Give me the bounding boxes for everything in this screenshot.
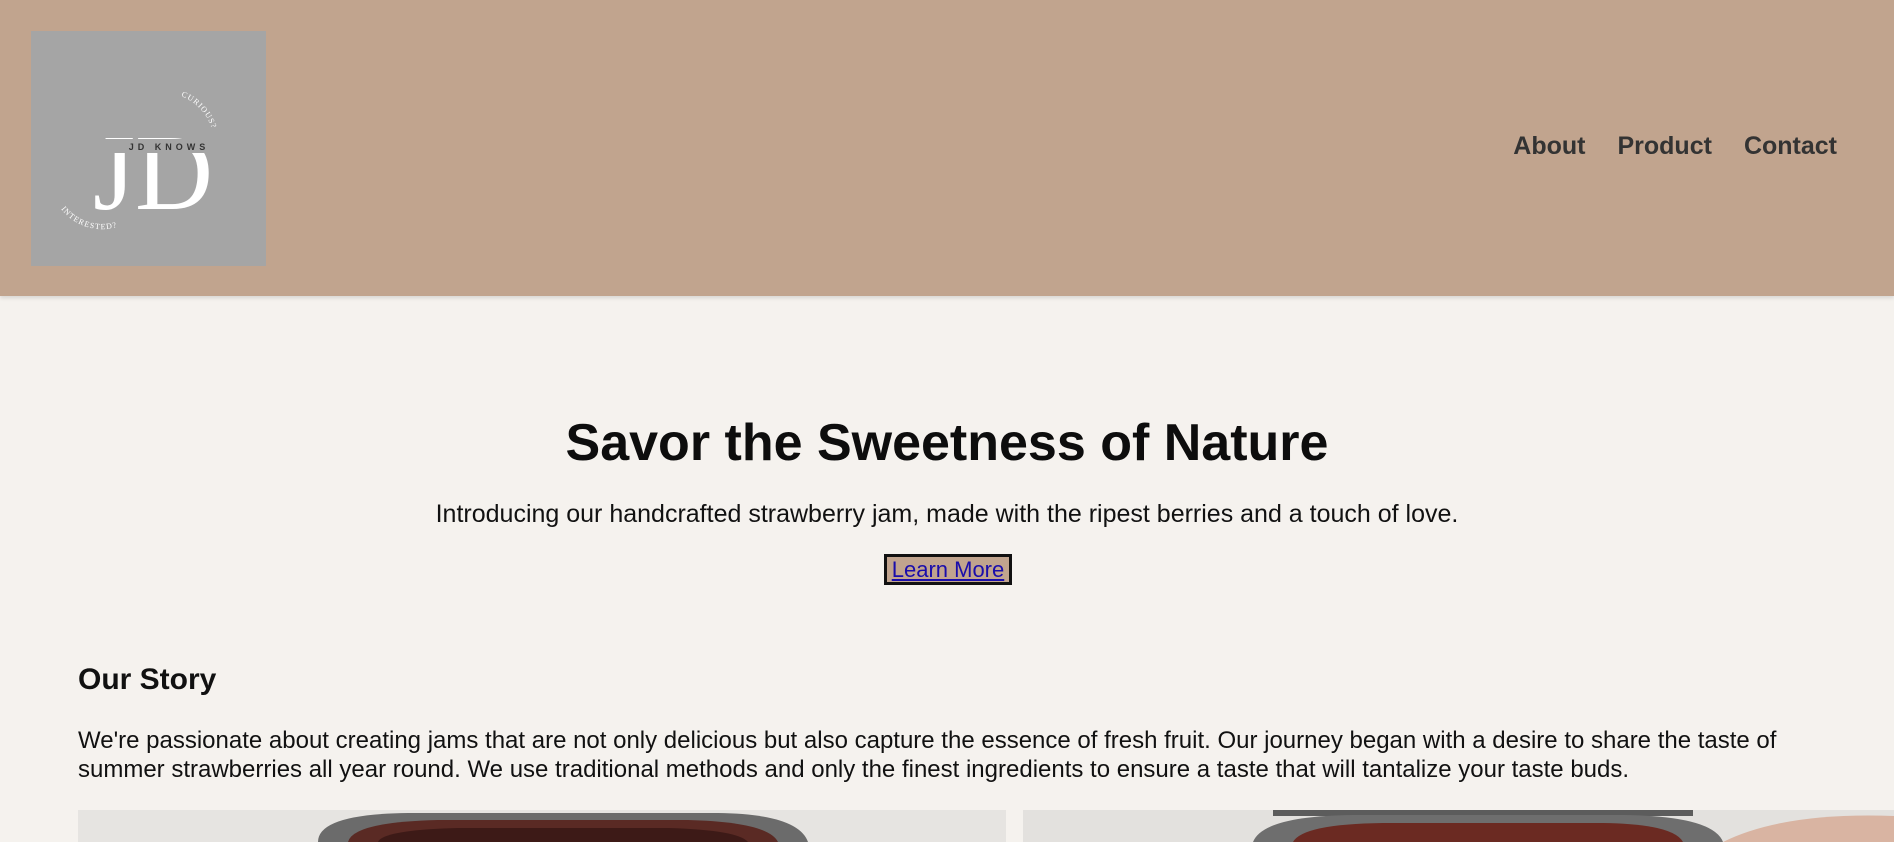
learn-more-link[interactable]: Learn More bbox=[892, 557, 1005, 583]
hero-subtitle: Introducing our handcrafted strawberry j… bbox=[435, 500, 1459, 528]
jd-monogram-icon: JD JD KNOWS CURIOUS? INTERESTED? bbox=[59, 90, 233, 233]
logo-wordmark: JD KNOWS bbox=[129, 142, 210, 152]
product-image-jam-jar-2 bbox=[1023, 810, 1894, 842]
story-text: We're passionate about creating jams tha… bbox=[78, 727, 1777, 783]
nav-link-about[interactable]: About bbox=[1513, 132, 1585, 161]
site-header: JD JD KNOWS CURIOUS? INTERESTED? About P… bbox=[0, 0, 1894, 296]
hero-title: Savor the Sweetness of Nature bbox=[565, 414, 1329, 472]
learn-more-button[interactable]: Learn More bbox=[884, 554, 1012, 585]
logo-monogram: JD bbox=[93, 114, 213, 233]
brand-logo[interactable]: JD JD KNOWS CURIOUS? INTERESTED? bbox=[31, 31, 266, 266]
nav-link-contact[interactable]: Contact bbox=[1744, 132, 1837, 161]
nav-link-product[interactable]: Product bbox=[1617, 132, 1711, 161]
main-nav: About Product Contact bbox=[1513, 132, 1837, 161]
product-image-jam-jar-1 bbox=[78, 810, 1006, 842]
story-title: Our Story bbox=[78, 663, 217, 696]
